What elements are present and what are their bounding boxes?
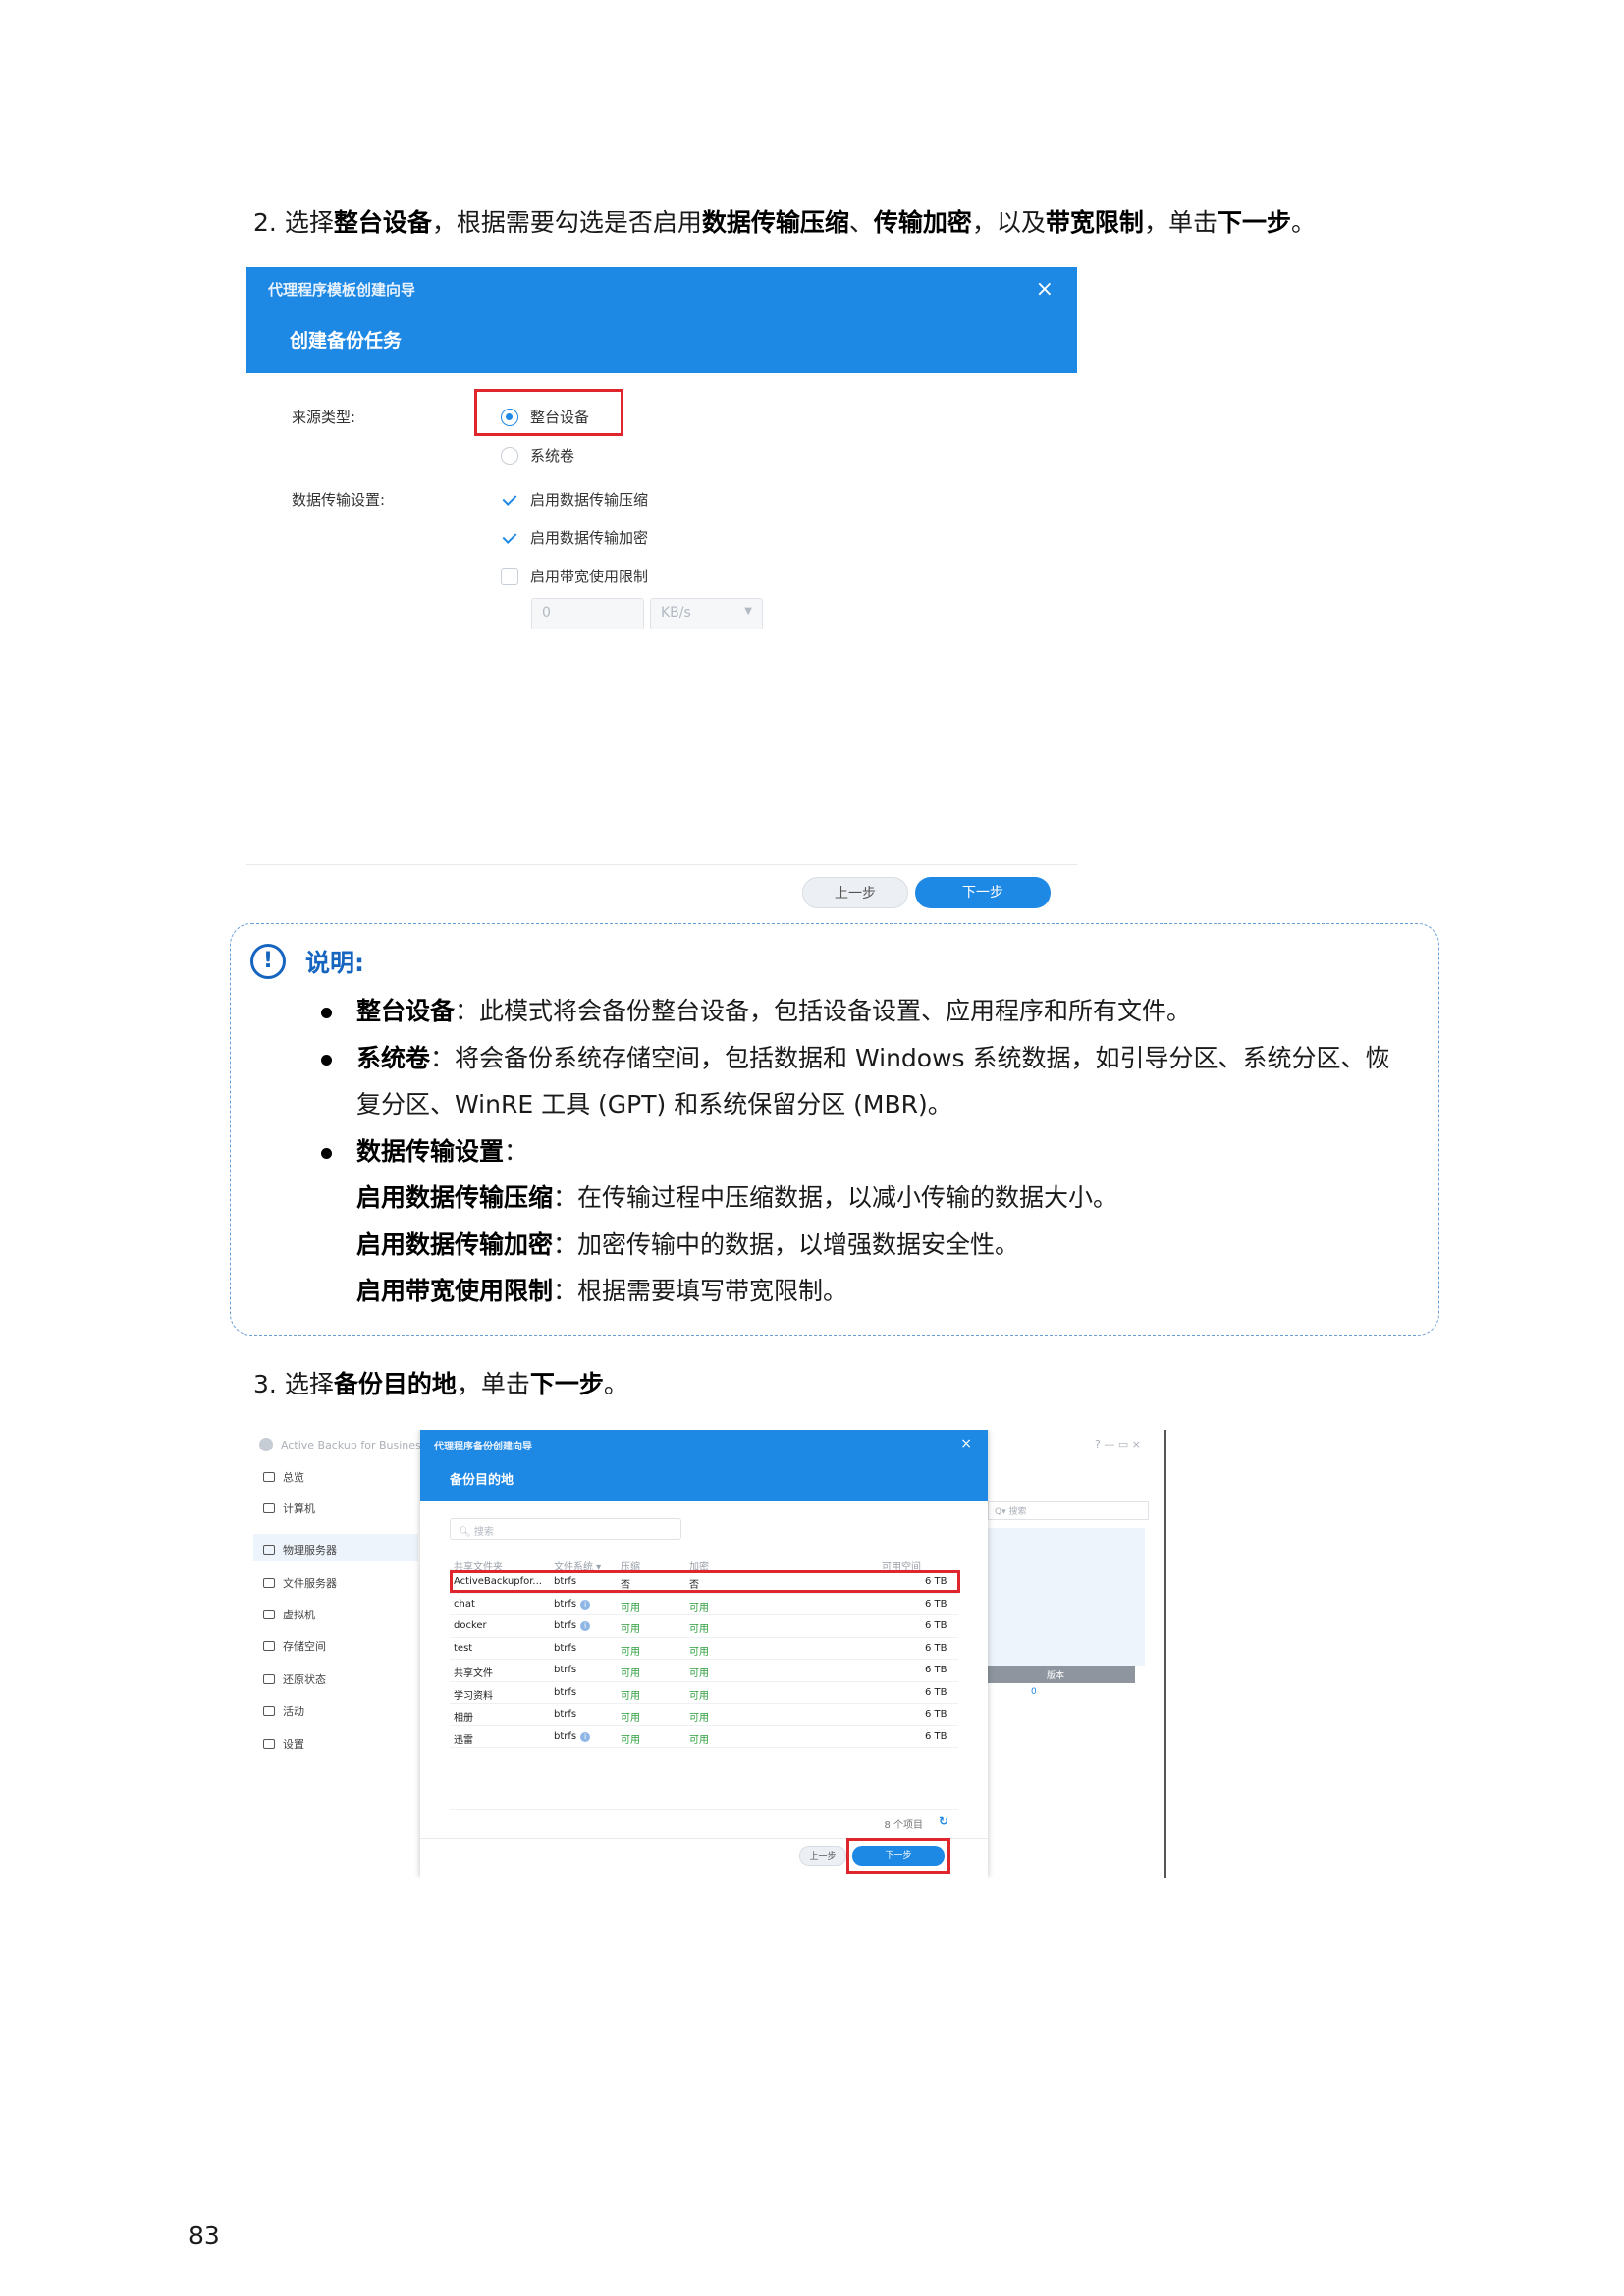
sidebar-item-file-server[interactable]: 文件服务器 — [263, 1575, 337, 1591]
highlight-box — [450, 1570, 960, 1593]
close-icon[interactable]: × — [960, 1436, 972, 1451]
radio-unselected-icon — [501, 446, 518, 465]
checkmark-icon — [501, 490, 518, 509]
sidebar-item-physical-server[interactable]: 物理服务器 — [263, 1542, 337, 1558]
sidebar-item-overview[interactable]: 总览 — [263, 1469, 304, 1485]
window-controls[interactable]: ? — ▭ × — [1095, 1438, 1141, 1450]
table-header: 共享文件夹 文件系统 ▾ 压缩 加密 可用空间 — [450, 1554, 958, 1573]
wizard-title: 代理程序模板创建向导 — [268, 281, 416, 299]
sidebar-item-vm[interactable]: 虚拟机 — [263, 1607, 315, 1622]
table-row[interactable]: chat btrfs i 可用 可用 6 TB — [450, 1594, 958, 1615]
note-item: 系统卷：将会备份系统存储空间，包括数据和 Windows 系统数据，如引导分区、… — [356, 1044, 1390, 1072]
dialog-header: 代理程序备份创建向导 备份目的地 × — [420, 1430, 988, 1501]
highlight-box — [846, 1838, 950, 1874]
note-subitem: 启用数据传输加密：加密传输中的数据，以增强数据安全性。 — [356, 1230, 1020, 1259]
search-input[interactable]: 🔍︎ 搜索 — [450, 1518, 681, 1540]
note-subitem: 启用带宽使用限制：根据需要填写带宽限制。 — [356, 1277, 848, 1305]
note-item: 整台设备：此模式将会备份整台设备，包括设备设置、应用程序和所有文件。 — [356, 997, 1192, 1025]
info-icon: ! — [250, 944, 286, 979]
note-item-continuation: 复分区、WinRE 工具 (GPT) 和系统保留分区 (MBR)。 — [356, 1090, 952, 1119]
source-type-label: 来源类型: — [292, 409, 356, 426]
wizard-title: 代理程序备份创建向导 — [434, 1442, 532, 1452]
sidebar-item-settings[interactable]: 设置 — [263, 1736, 304, 1752]
table-footer: 8 个项目 ↻ — [450, 1809, 958, 1831]
step-2-text: 2. 选择整台设备，根据需要勾选是否启用数据传输压缩、传输加密，以及带宽限制，单… — [253, 208, 1316, 237]
checkbox-bandwidth-limit[interactable]: 启用带宽使用限制 — [501, 566, 648, 586]
page-number: 83 — [189, 2221, 220, 2250]
table-row[interactable]: 学习资料 btrfs 可用 可用 6 TB — [450, 1682, 958, 1704]
computer-icon — [263, 1503, 275, 1513]
next-button[interactable]: 下一步 — [915, 877, 1051, 908]
item-count: 8 个项目 — [884, 1820, 923, 1831]
vm-icon — [263, 1610, 275, 1619]
app-logo-icon — [259, 1438, 273, 1451]
backup-destination-screenshot: Active Backup for Business ? — ▭ × 总览 计算… — [253, 1430, 1166, 1878]
refresh-icon[interactable]: ↻ — [939, 1814, 948, 1828]
checkbox-compression[interactable]: 启用数据传输压缩 — [501, 489, 648, 510]
note-subitem: 启用数据传输压缩：在传输过程中压缩数据，以减小传输的数据大小。 — [356, 1183, 1118, 1212]
search-icon: 🔍︎ — [459, 1527, 474, 1538]
backup-destination-dialog: 代理程序备份创建向导 备份目的地 × 🔍︎ 搜索 共享文件夹 文件系统 ▾ 压缩… — [420, 1430, 988, 1878]
background-right-edge — [1164, 1430, 1166, 1878]
bullet — [321, 1148, 332, 1159]
create-backup-task-dialog: 代理程序模板创建向导 创建备份任务 × 来源类型: 整台设备 系统卷 数据传输设… — [246, 267, 1077, 919]
background-table-header: 版本 — [988, 1666, 1135, 1683]
file-server-icon — [263, 1578, 275, 1588]
transfer-settings-label: 数据传输设置: — [292, 491, 386, 509]
checkmark-icon — [501, 528, 518, 547]
info-icon[interactable]: i — [580, 1731, 591, 1742]
prev-button[interactable]: 上一步 — [799, 1846, 846, 1866]
bullet — [321, 1055, 332, 1066]
sidebar-item-storage[interactable]: 存储空间 — [263, 1638, 326, 1654]
overview-icon — [263, 1472, 275, 1482]
highlight-box — [474, 389, 623, 436]
dialog-header: 代理程序模板创建向导 创建备份任务 × — [246, 267, 1077, 373]
table-row[interactable]: 迅雷 btrfs i 可用 可用 6 TB — [450, 1726, 958, 1748]
info-icon[interactable]: i — [580, 1599, 591, 1610]
server-icon — [263, 1545, 275, 1555]
info-icon[interactable]: i — [580, 1621, 591, 1631]
dialog-footer — [246, 864, 1077, 865]
radio-system-volume[interactable]: 系统卷 — [501, 445, 574, 465]
chevron-down-icon: ▼ — [744, 606, 752, 617]
app-title: Active Backup for Business — [281, 1439, 427, 1451]
note-box: ! 说明: 整台设备：此模式将会备份整台设备，包括设备设置、应用程序和所有文件。… — [230, 923, 1439, 1336]
sidebar-item-restore-status[interactable]: 还原状态 — [263, 1671, 326, 1687]
note-title: 说明: — [305, 949, 364, 977]
step-3-text: 3. 选择备份目的地，单击下一步。 — [253, 1370, 628, 1398]
table-row[interactable]: 相册 btrfs 可用 可用 6 TB — [450, 1704, 958, 1726]
activity-icon — [263, 1706, 275, 1716]
background-table-value: 0 — [1031, 1687, 1037, 1697]
close-icon[interactable]: × — [1036, 277, 1054, 301]
table-row[interactable]: test btrfs 可用 可用 6 TB — [450, 1638, 958, 1660]
bullet — [321, 1008, 332, 1018]
bandwidth-input[interactable]: 0 — [531, 598, 644, 629]
bandwidth-unit-select[interactable]: KB/s ▼ — [650, 598, 763, 629]
checkbox-encryption[interactable]: 启用数据传输加密 — [501, 527, 648, 548]
table-row[interactable]: 共享文件 btrfs 可用 可用 6 TB — [450, 1660, 958, 1682]
sidebar-item-computer[interactable]: 计算机 — [263, 1501, 315, 1516]
sidebar-item-activity[interactable]: 活动 — [263, 1703, 304, 1719]
prev-button[interactable]: 上一步 — [802, 877, 908, 908]
note-item: 数据传输设置： — [356, 1137, 529, 1166]
table-row[interactable]: docker btrfs i 可用 可用 6 TB — [450, 1615, 958, 1638]
restore-icon — [263, 1674, 275, 1684]
background-panel — [988, 1528, 1145, 1666]
checkbox-empty-icon — [501, 567, 518, 585]
dialog-title: 备份目的地 — [450, 1473, 514, 1488]
gear-icon — [263, 1739, 275, 1749]
dialog-title: 创建备份任务 — [290, 330, 403, 352]
background-search-input[interactable]: Q▾ 搜索 — [988, 1501, 1149, 1520]
storage-icon — [263, 1641, 275, 1651]
